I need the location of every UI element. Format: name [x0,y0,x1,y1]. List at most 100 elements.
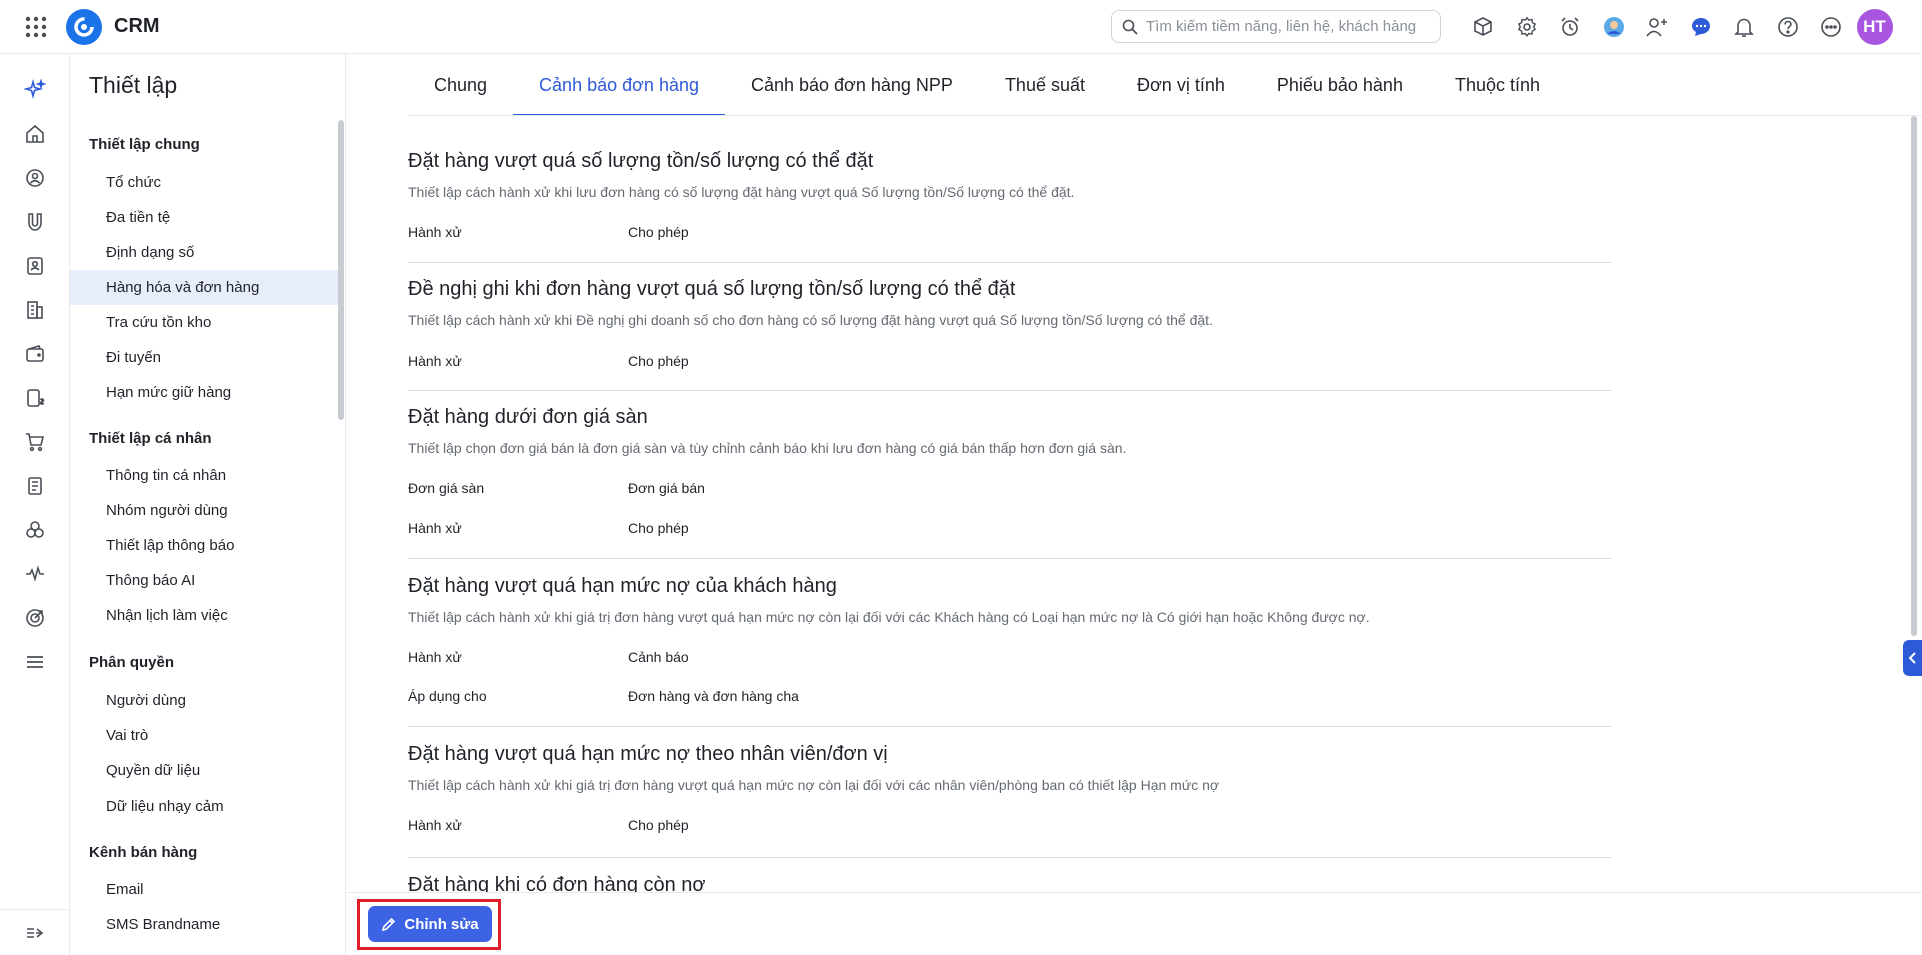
section-description: Thiết lập chọn đơn giá bán là đơn giá sà… [408,440,1127,456]
section-title: Đặt hàng vượt quá hạn mức nợ theo nhân v… [408,743,888,765]
tab-tax-rates[interactable]: Thuế suất [979,54,1111,116]
alarm-clock-icon[interactable] [1552,9,1588,45]
sidebar-item-email[interactable]: Email [70,872,338,907]
field-value: Cảnh báo [628,649,689,665]
activity-icon[interactable] [21,560,49,588]
tab-order-alerts[interactable]: Cảnh báo đơn hàng [513,54,725,116]
section-description: Thiết lập cách hành xử khi Đề nghị ghi d… [408,312,1213,328]
app-title: CRM [114,15,160,37]
cart-icon[interactable] [21,428,49,456]
pencil-icon [382,917,396,931]
section-customer-debt-limit: Đặt hàng vượt quá hạn mức nợ của khách h… [408,559,1612,727]
home-icon[interactable] [21,120,49,148]
group-permissions: Phân quyền [89,654,175,671]
sidebar-scrollbar[interactable] [338,120,344,420]
footer-bar: Chỉnh sửa [346,892,1922,955]
section-description: Thiết lập cách hành xử khi giá trị đơn h… [408,777,1220,793]
section-title: Đề nghị ghi khi đơn hàng vượt quá số lượ… [408,278,1016,300]
content-scrollbar[interactable] [1911,116,1917,636]
app-launcher-icon[interactable] [21,12,51,42]
sidebar-item-routing[interactable]: Đi tuyến [70,340,338,375]
chat-icon[interactable] [1683,9,1719,45]
sidebar-item-sms-brandname[interactable]: SMS Brandname [70,907,338,942]
magnet-icon[interactable] [21,208,49,236]
circles-icon[interactable] [21,516,49,544]
sidebar-item-multi-currency[interactable]: Đa tiền tệ [70,200,338,235]
field-value: Cho phép [628,520,689,536]
field-label: Đơn giá sàn [408,480,485,496]
sidebar-item-work-schedule[interactable]: Nhận lịch làm việc [70,598,338,633]
module-rail [0,54,70,955]
sidebar-item-hold-limit[interactable]: Hạn mức giữ hàng [70,375,338,410]
target-icon[interactable] [21,604,49,632]
app-logo-icon[interactable] [66,8,102,45]
sidebar-item-personal-info[interactable]: Thông tin cá nhân [70,458,338,493]
field-label: Áp dụng cho [408,688,487,704]
top-bar: CRM HT [0,0,1922,54]
field-label: Hành xử [408,817,462,833]
bell-icon[interactable] [1726,9,1762,45]
field-label: Hành xử [408,224,462,240]
search-input[interactable] [1146,18,1426,35]
invoice-dollar-icon[interactable] [21,384,49,412]
search-icon [1122,19,1138,34]
help-icon[interactable] [1770,9,1806,45]
menu-icon[interactable] [21,648,49,676]
section-title: Đặt hàng vượt quá số lượng tồn/số lượng … [408,150,874,172]
field-label: Hành xử [408,520,462,536]
edit-button-label: Chỉnh sửa [404,915,479,933]
sidebar-item-data-permissions[interactable]: Quyền dữ liệu [70,753,338,788]
field-label: Hành xử [408,353,462,369]
sparkle-icon[interactable] [21,76,49,104]
field-value: Đơn hàng và đơn hàng cha [628,688,799,704]
group-general: Thiết lập chung [89,136,200,153]
cube-search-icon[interactable] [1465,9,1501,45]
add-user-icon[interactable] [1639,9,1675,45]
field-value: Cho phép [628,817,689,833]
sidebar-item-users[interactable]: Người dùng [70,683,338,718]
section-description: Thiết lập cách hành xử khi lưu đơn hàng … [408,184,1075,200]
sidebar-item-user-groups[interactable]: Nhóm người dùng [70,493,338,528]
sidebar-title: Thiết lập [89,72,178,98]
section-title: Đặt hàng dưới đơn giá sàn [408,406,648,428]
section-description: Thiết lập cách hành xử khi giá trị đơn h… [408,609,1370,625]
tab-attributes[interactable]: Thuộc tính [1429,54,1566,116]
wallet-icon[interactable] [21,340,49,368]
document-icon[interactable] [21,472,49,500]
collapse-panel-button[interactable] [1903,640,1922,676]
edit-button[interactable]: Chỉnh sửa [368,906,492,942]
tab-warranty[interactable]: Phiếu bảo hành [1251,54,1429,116]
sidebar-item-products-orders[interactable]: Hàng hóa và đơn hàng [70,270,338,305]
expand-rail-icon[interactable] [0,909,70,955]
more-icon[interactable] [1813,9,1849,45]
sidebar-item-inventory-lookup[interactable]: Tra cứu tồn kho [70,305,338,340]
sidebar-item-notification-settings[interactable]: Thiết lập thông báo [70,528,338,563]
tab-general[interactable]: Chung [408,54,513,116]
building-icon[interactable] [21,296,49,324]
sidebar-item-sensitive-data[interactable]: Dữ liệu nhạy cảm [70,789,338,824]
group-sales-channels: Kênh bán hàng [89,844,198,861]
group-personal: Thiết lập cá nhân [89,430,212,447]
section-employee-debt-limit: Đặt hàng vượt quá hạn mức nợ theo nhân v… [408,727,1612,858]
settings-sidebar: Thiết lập Thiết lập chung Tổ chức Đa tiề… [70,54,346,955]
sidebar-item-roles[interactable]: Vai trò [70,718,338,753]
field-label: Hành xử [408,649,462,665]
tab-units[interactable]: Đơn vị tính [1111,54,1251,116]
sidebar-item-ai-notifications[interactable]: Thông báo AI [70,563,338,598]
section-below-floor-price: Đặt hàng dưới đơn giá sàn Thiết lập chọn… [408,391,1612,559]
contact-circle-icon[interactable] [21,164,49,192]
user-avatar[interactable]: HT [1856,9,1893,45]
sidebar-item-number-format[interactable]: Định dạng số [70,235,338,270]
top-actions: HT [1465,9,1893,45]
contact-book-icon[interactable] [21,252,49,280]
ai-assistant-icon[interactable] [1596,9,1632,45]
sidebar-item-organization[interactable]: Tổ chức [70,165,338,200]
gear-icon[interactable] [1509,9,1545,45]
field-value: Đơn giá bán [628,480,705,496]
tab-distributor-order-alerts[interactable]: Cảnh báo đơn hàng NPP [725,54,979,116]
global-search[interactable] [1111,10,1441,43]
settings-tabs: Chung Cảnh báo đơn hàng Cảnh báo đơn hàn… [408,54,1566,116]
section-record-over-stock: Đề nghị ghi khi đơn hàng vượt quá số lượ… [408,263,1612,391]
field-value: Cho phép [628,224,689,240]
main-panel: Chung Cảnh báo đơn hàng Cảnh báo đơn hàn… [346,54,1922,955]
